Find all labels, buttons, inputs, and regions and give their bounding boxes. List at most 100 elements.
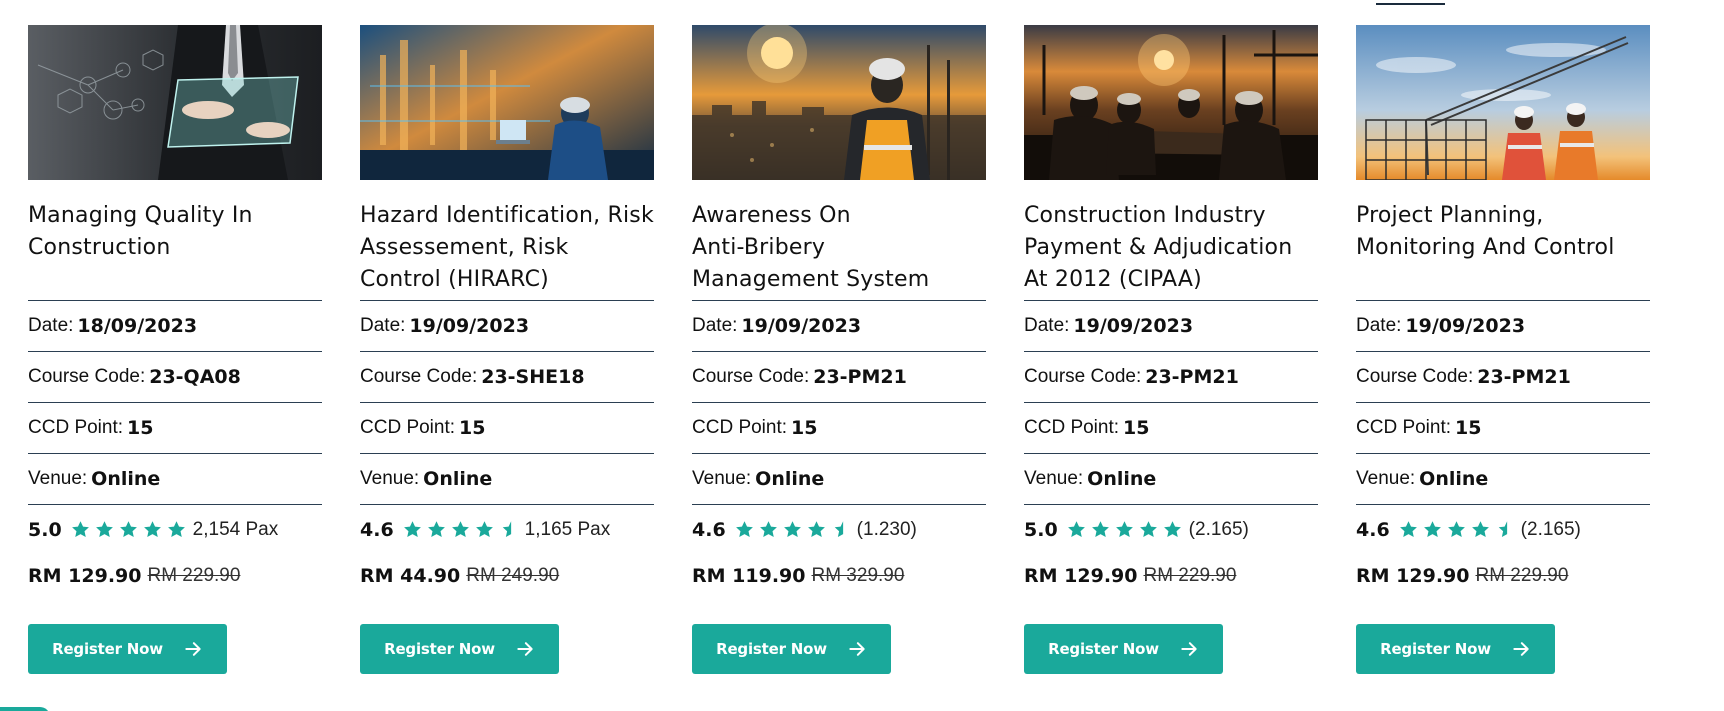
date-label: Date: bbox=[1024, 315, 1070, 336]
course-code-label: Course Code: bbox=[692, 366, 810, 387]
review-count: (2.165) bbox=[1520, 518, 1581, 540]
course-title[interactable]: Project Planning, Monitoring And Control bbox=[1356, 200, 1650, 300]
course-code-row: Course Code: 23-PM21 bbox=[1356, 351, 1650, 402]
review-count: 1,165 Pax bbox=[524, 518, 611, 540]
star-icon bbox=[735, 521, 753, 538]
workers-meeting-sunset-image[interactable] bbox=[1024, 25, 1318, 180]
course-title[interactable]: Construction Industry Payment & Adjudica… bbox=[1024, 200, 1318, 300]
star-icon bbox=[1067, 521, 1085, 538]
corner-decoration bbox=[0, 707, 50, 711]
arrow-right-icon bbox=[1513, 642, 1529, 656]
price-row: RM 129.90 RM 229.90 bbox=[28, 556, 322, 596]
course-title-line: Anti-Bribery bbox=[692, 235, 826, 260]
ccd-point-label: CCD Point: bbox=[692, 417, 788, 438]
register-now-button[interactable]: Register Now bbox=[28, 624, 227, 674]
course-title-line: Assessement, Risk bbox=[360, 235, 569, 260]
course-code-label: Course Code: bbox=[360, 366, 478, 387]
ccd-point-row: CCD Point: 15 bbox=[692, 402, 986, 453]
date-label: Date: bbox=[692, 315, 738, 336]
date-value: 19/09/2023 bbox=[409, 315, 530, 337]
rating-score: 5.0 bbox=[28, 518, 62, 541]
star-rating bbox=[402, 519, 519, 540]
ccd-point-label: CCD Point: bbox=[28, 417, 124, 438]
star-rating bbox=[1066, 519, 1183, 540]
course-code-value: 23-PM21 bbox=[1477, 366, 1571, 388]
venue-label: Venue: bbox=[28, 468, 88, 489]
register-now-label: Register Now bbox=[52, 640, 163, 658]
venue-label: Venue: bbox=[360, 468, 420, 489]
date-label: Date: bbox=[1356, 315, 1402, 336]
ccd-point-label: CCD Point: bbox=[1024, 417, 1120, 438]
course-title-line: Control (HIRARC) bbox=[360, 267, 549, 292]
rating-score: 5.0 bbox=[1024, 518, 1058, 541]
date-value: 18/09/2023 bbox=[77, 315, 198, 337]
star-icon bbox=[71, 521, 89, 538]
crane-construction-site-image[interactable] bbox=[1356, 25, 1650, 180]
worker-laptop-image[interactable] bbox=[360, 25, 654, 180]
arrow-right-icon bbox=[517, 642, 533, 656]
date-label: Date: bbox=[360, 315, 406, 336]
date-row: Date: 19/09/2023 bbox=[360, 300, 654, 351]
course-title-line: Hazard Identification, Risk bbox=[360, 203, 654, 228]
original-price: RM 229.90 bbox=[147, 565, 241, 586]
ccd-point-value: 15 bbox=[791, 417, 818, 439]
course-title-line: At 2012 (CIPAA) bbox=[1024, 267, 1202, 292]
course-card: Construction Industry Payment & Adjudica… bbox=[1024, 25, 1318, 674]
course-title[interactable]: Hazard Identification, Risk Assessement,… bbox=[360, 200, 654, 300]
date-value: 19/09/2023 bbox=[1405, 315, 1526, 337]
course-code-row: Course Code: 23-QA08 bbox=[28, 351, 322, 402]
date-row: Date: 19/09/2023 bbox=[1356, 300, 1650, 351]
current-price: RM 129.90 bbox=[1024, 565, 1138, 587]
venue-value: Online bbox=[1419, 468, 1489, 490]
date-label: Date: bbox=[28, 315, 74, 336]
star-icon bbox=[403, 521, 421, 538]
course-title[interactable]: Managing Quality In Construction bbox=[28, 200, 322, 300]
ccd-point-label: CCD Point: bbox=[1356, 417, 1452, 438]
register-now-button[interactable]: Register Now bbox=[1024, 624, 1223, 674]
arrow-right-icon bbox=[185, 642, 201, 656]
course-code-row: Course Code: 23-PM21 bbox=[692, 351, 986, 402]
top-indicator-line bbox=[1376, 3, 1445, 5]
star-icon bbox=[1163, 521, 1181, 538]
worker-sunset-city-image[interactable] bbox=[692, 25, 986, 180]
original-price: RM 329.90 bbox=[811, 565, 905, 586]
star-icon bbox=[759, 521, 777, 538]
course-code-label: Course Code: bbox=[1356, 366, 1474, 387]
original-price: RM 229.90 bbox=[1143, 565, 1237, 586]
star-icon bbox=[119, 521, 137, 538]
star-icon bbox=[167, 521, 185, 538]
current-price: RM 44.90 bbox=[360, 565, 461, 587]
venue-value: Online bbox=[91, 468, 161, 490]
star-icon bbox=[1399, 521, 1417, 538]
half-star-icon bbox=[834, 521, 843, 538]
price-row: RM 129.90 RM 229.90 bbox=[1024, 556, 1318, 596]
course-code-value: 23-QA08 bbox=[149, 366, 241, 388]
register-now-label: Register Now bbox=[716, 640, 827, 658]
star-icon bbox=[1115, 521, 1133, 538]
rating-score: 4.6 bbox=[360, 518, 394, 541]
course-title-line: Management System bbox=[692, 267, 930, 292]
star-icon bbox=[1471, 521, 1489, 538]
register-now-button[interactable]: Register Now bbox=[692, 624, 891, 674]
rating-row: 4.6 (2.165) bbox=[1356, 504, 1650, 554]
current-price: RM 129.90 bbox=[28, 565, 142, 587]
price-row: RM 129.90 RM 229.90 bbox=[1356, 556, 1650, 596]
business-tablet-image[interactable] bbox=[28, 25, 322, 180]
venue-value: Online bbox=[755, 468, 825, 490]
course-card: Hazard Identification, Risk Assessement,… bbox=[360, 25, 654, 674]
course-code-value: 23-PM21 bbox=[1145, 366, 1239, 388]
register-now-button[interactable]: Register Now bbox=[360, 624, 559, 674]
star-icon bbox=[475, 521, 493, 538]
review-count: (2.165) bbox=[1188, 518, 1249, 540]
register-now-label: Register Now bbox=[1380, 640, 1491, 658]
star-icon bbox=[783, 521, 801, 538]
course-code-value: 23-SHE18 bbox=[481, 366, 585, 388]
venue-label: Venue: bbox=[1024, 468, 1084, 489]
rating-row: 4.6 1,165 Pax bbox=[360, 504, 654, 554]
course-title[interactable]: Awareness On Anti-Bribery Management Sys… bbox=[692, 200, 986, 300]
course-code-row: Course Code: 23-PM21 bbox=[1024, 351, 1318, 402]
date-row: Date: 19/09/2023 bbox=[692, 300, 986, 351]
venue-label: Venue: bbox=[692, 468, 752, 489]
register-now-button[interactable]: Register Now bbox=[1356, 624, 1555, 674]
star-icon bbox=[427, 521, 445, 538]
